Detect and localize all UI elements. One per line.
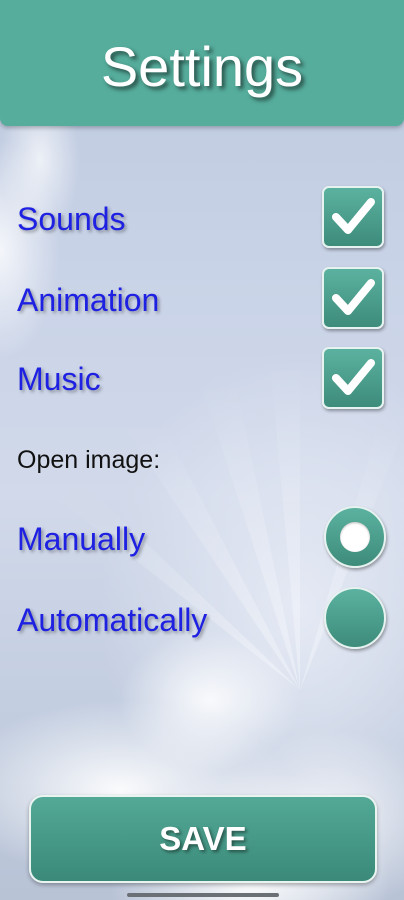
save-button[interactable]: SAVE [29,795,377,883]
music-label: Music [17,361,101,397]
sounds-checkbox[interactable] [322,186,384,248]
home-indicator[interactable] [127,893,279,897]
music-checkbox[interactable] [322,347,384,409]
automatically-label: Automatically [17,602,208,638]
radio-dot-icon [340,522,370,552]
automatically-radio[interactable] [324,587,386,649]
manually-label: Manually [17,521,146,557]
sounds-label: Sounds [17,201,126,237]
manually-radio[interactable] [324,506,386,568]
checkmark-icon [332,279,375,315]
checkmark-icon [332,198,375,234]
page-title: Settings [100,35,304,98]
checkmark-icon [332,359,375,395]
animation-label: Animation [17,282,160,318]
animation-checkbox[interactable] [322,267,384,329]
header-bar: Settings [0,0,404,126]
open-image-label: Open image: [17,446,161,474]
